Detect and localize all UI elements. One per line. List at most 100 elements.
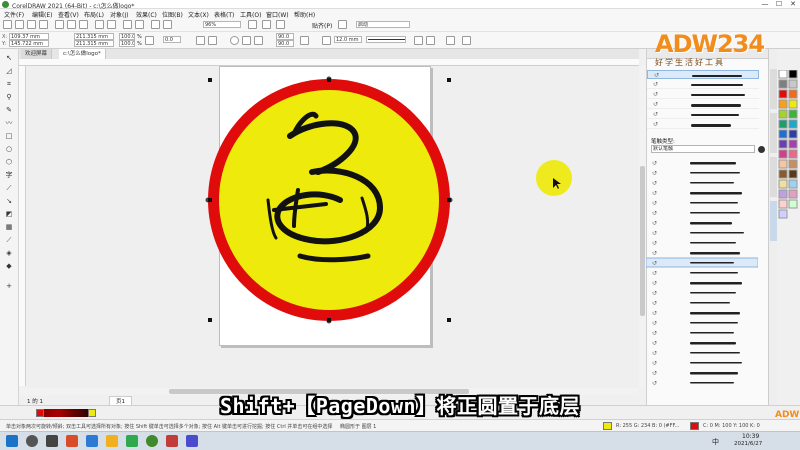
stroke-category-select[interactable]: 默认笔触 (651, 145, 755, 153)
palette-swatch[interactable] (778, 119, 788, 129)
paste-icon[interactable] (79, 20, 88, 29)
palette-swatch[interactable] (788, 79, 798, 89)
list-item[interactable]: ↺ (652, 160, 736, 167)
palette-swatch[interactable] (788, 89, 798, 99)
artistic-media-tool-icon[interactable]: 〰 (4, 118, 14, 128)
transparency-tool-icon[interactable]: ▦ (4, 222, 14, 232)
snap-to-dropdown[interactable]: 贴齐(P) (312, 21, 332, 30)
print-icon[interactable] (39, 20, 48, 29)
palette-swatch[interactable] (778, 139, 788, 149)
rotation-input[interactable]: 0.0 (163, 36, 181, 43)
show-rulers-icon[interactable] (248, 20, 257, 29)
palette-swatch[interactable] (788, 119, 798, 129)
new-document-icon[interactable] (3, 20, 12, 29)
outline-color-indicator[interactable] (690, 422, 699, 430)
list-item[interactable]: ↺ (652, 350, 740, 357)
palette-swatch[interactable] (778, 169, 788, 179)
palette-swatch[interactable] (788, 169, 798, 179)
palette-column[interactable] (778, 70, 798, 219)
convert-to-curves-icon[interactable] (462, 36, 471, 45)
taskbar-app-icon[interactable] (186, 435, 198, 447)
selection-handle-bl[interactable] (208, 318, 212, 322)
palette-swatch[interactable] (788, 149, 798, 159)
palette-swatch[interactable] (788, 189, 798, 199)
doc-swatch-strip[interactable] (44, 409, 88, 417)
vertical-scrollbar[interactable] (639, 66, 646, 388)
list-item[interactable]: ↺ (647, 100, 759, 109)
pie-mode-icon[interactable] (242, 36, 251, 45)
palette-swatch[interactable] (788, 70, 798, 79)
end-angle-input[interactable]: 90.0 (276, 40, 294, 47)
arc-mode-icon[interactable] (254, 36, 263, 45)
palette-swatch[interactable] (778, 199, 788, 209)
palette-swatch[interactable] (778, 209, 788, 219)
doc-swatch-yellow[interactable] (88, 409, 96, 417)
ime-indicator[interactable]: 中 (712, 437, 719, 447)
add-tool-icon[interactable]: + (4, 281, 14, 291)
palette-swatch[interactable] (778, 79, 788, 89)
coreldraw-taskbar-icon[interactable] (146, 435, 158, 447)
export-icon[interactable] (135, 20, 144, 29)
connector-tool-icon[interactable]: ↘ (4, 196, 14, 206)
crop-tool-icon[interactable]: ⌗ (4, 79, 14, 89)
task-view-icon[interactable] (46, 435, 58, 447)
save-icon[interactable] (27, 20, 36, 29)
selection-handle-br[interactable] (447, 318, 451, 322)
list-item[interactable]: ↺ (652, 310, 740, 317)
list-item[interactable]: ↺ (647, 80, 759, 89)
palette-swatch[interactable] (788, 139, 798, 149)
palette-swatch[interactable] (778, 99, 788, 109)
vertical-scrollbar-thumb[interactable] (640, 166, 645, 316)
interactive-fill-tool-icon[interactable]: ◈ (4, 248, 14, 258)
docker-tab-align[interactable] (770, 157, 777, 197)
list-item[interactable]: ↺ (652, 330, 734, 337)
doc-swatch-red[interactable] (36, 409, 44, 417)
parallel-dimension-tool-icon[interactable]: ⟋ (4, 183, 14, 193)
palette-swatch[interactable] (788, 109, 798, 119)
height-input[interactable]: 211.315 mm (74, 40, 114, 47)
import-icon[interactable] (123, 20, 132, 29)
list-item[interactable]: ↺ (652, 340, 736, 347)
start-windows-icon[interactable] (6, 435, 18, 447)
palette-swatch[interactable] (778, 129, 788, 139)
list-item[interactable]: ↺ (646, 257, 758, 268)
palette-swatch[interactable] (788, 99, 798, 109)
list-item[interactable]: ↺ (652, 210, 740, 217)
zoom-level-select[interactable]: 96% (203, 21, 241, 28)
palette-swatch[interactable] (788, 179, 798, 189)
shape-tool-icon[interactable]: ◿ (4, 66, 14, 76)
open-icon[interactable] (15, 20, 24, 29)
minimize-button[interactable]: — (758, 0, 772, 9)
maximize-button[interactable]: ☐ (772, 0, 786, 9)
change-direction-icon[interactable] (300, 36, 309, 45)
palette-swatch[interactable] (778, 109, 788, 119)
to-back-icon[interactable] (426, 36, 435, 45)
pick-tool-icon[interactable]: ↖ (4, 53, 14, 63)
selection-handle-tl[interactable] (208, 78, 212, 82)
list-item[interactable]: ↺ (647, 110, 759, 119)
undo-icon[interactable] (95, 20, 104, 29)
palette-swatch[interactable] (788, 129, 798, 139)
list-item[interactable]: ↺ (647, 70, 759, 79)
list-item[interactable]: ↺ (652, 280, 742, 287)
list-item[interactable]: ↺ (652, 220, 732, 227)
start-angle-input[interactable]: 90.0 (276, 33, 294, 40)
list-item[interactable]: ↺ (647, 90, 759, 99)
search-icon[interactable] (26, 435, 38, 447)
selection-handle-right[interactable] (447, 198, 451, 202)
tab-document[interactable]: c:\怎么做logo* (59, 49, 106, 59)
list-item[interactable]: ↺ (652, 240, 736, 247)
drop-shadow-tool-icon[interactable]: ◩ (4, 209, 14, 219)
scale-x-input[interactable]: 100.0 (119, 33, 135, 40)
rectangle-tool-icon[interactable]: □ (4, 131, 14, 141)
stroke-list[interactable]: ↺ ↺ ↺ ↺ ↺ ↺ ↺ ↺ ↺ ↺ ↺ ↺ ↺ ↺ ↺ ↺ ↺ ↺ ↺ ↺ ↺ ↺ ↺ (646, 158, 758, 388)
palette-swatch[interactable] (778, 189, 788, 199)
docker-tab-artistic-media[interactable] (770, 201, 777, 241)
wrap-text-icon[interactable] (446, 36, 455, 45)
docker-tab-objects[interactable] (770, 113, 777, 153)
docker-settings-gear-icon[interactable] (758, 146, 765, 153)
list-item[interactable]: ↺ (652, 180, 734, 187)
cut-icon[interactable] (55, 20, 64, 29)
smart-fill-tool-icon[interactable]: ◆ (4, 261, 14, 271)
scale-y-input[interactable]: 100.0 (119, 40, 135, 47)
